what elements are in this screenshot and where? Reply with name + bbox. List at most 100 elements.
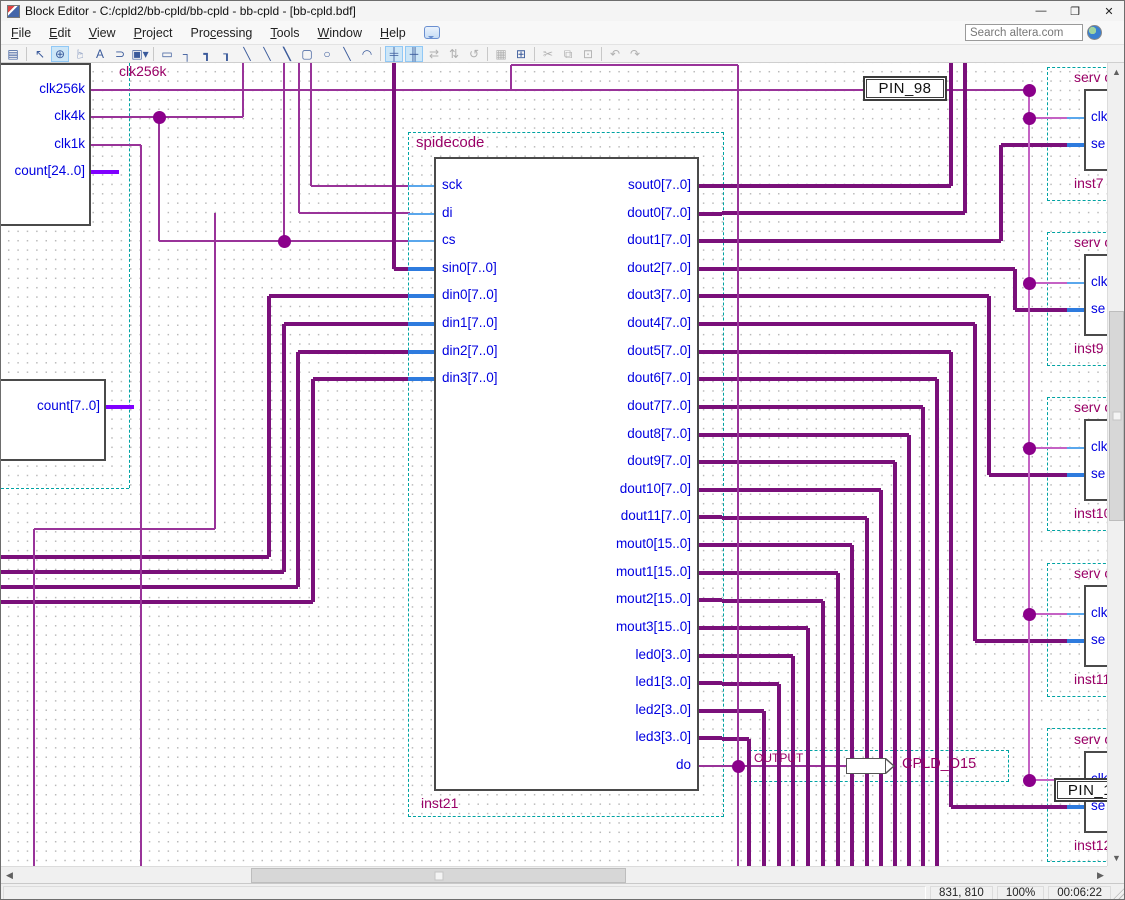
arc-tool-icon[interactable]: ◠ [358,46,376,62]
wire-segment[interactable] [921,407,925,866]
wire-segment[interactable] [722,654,793,658]
wire-segment[interactable] [298,63,300,213]
wire-segment[interactable] [106,405,133,409]
wire-segment[interactable] [510,65,512,90]
close-button[interactable]: ✕ [1092,1,1125,21]
output-pin-stub[interactable] [699,626,722,630]
wire-segment[interactable] [214,213,216,529]
wire-segment[interactable] [722,211,965,215]
input-pin-stub[interactable] [408,322,434,326]
output-pin-stub[interactable] [699,765,722,767]
output-pin-stub[interactable] [699,184,722,188]
output-pin-stub[interactable] [699,267,722,271]
wire-segment[interactable] [722,626,808,630]
partial-line-selection-toggle-icon[interactable]: ╫ [405,46,423,62]
text-tool-icon[interactable]: A [91,46,109,62]
wire-segment[interactable] [91,170,119,174]
output-pin-stub[interactable] [699,571,722,575]
wire-segment[interactable] [34,528,215,530]
wire-segment[interactable] [310,63,312,186]
output-pin-stub[interactable] [699,377,722,381]
output-pin-stub[interactable] [699,294,722,298]
serv-op-block[interactable] [1084,585,1109,667]
pin-symbol[interactable]: PIN_98 [863,76,947,101]
orthogonal-conduit-tool-icon[interactable]: ┒ [218,46,236,62]
horizontal-scroll-thumb[interactable] [251,868,626,883]
schematic-canvas[interactable]: clk256kclk4kclk1kcount[24..0]count[7..0]… [1,63,1109,866]
wire-segment[interactable] [963,63,967,213]
rectangle-tool-icon[interactable]: ▢ [298,46,316,62]
search-globe-icon[interactable] [1087,25,1102,40]
se-pin-stub[interactable] [1067,473,1084,477]
input-pin-stub[interactable] [408,350,434,354]
zoom-tool-icon[interactable]: ⊕ [51,46,69,62]
wire-segment[interactable] [722,184,951,188]
wire-segment[interactable] [296,352,300,587]
clk-pin-stub[interactable] [1067,447,1084,449]
wire-segment[interactable] [282,324,286,572]
wire-segment[interactable] [722,405,923,409]
wire-segment[interactable] [1,600,313,604]
output-pin-stub[interactable] [699,460,722,464]
input-pin-stub[interactable] [408,377,434,381]
clk-pin-stub[interactable] [1067,117,1084,119]
output-pin-stub[interactable] [699,598,722,602]
wire-segment[interactable] [722,294,989,298]
hand-tool-icon[interactable]: ☞ [72,45,88,63]
wire-segment[interactable] [1028,90,1030,780]
serv-op-block[interactable] [1084,254,1109,336]
output-pin-stub[interactable] [699,212,722,216]
wire-segment[interactable] [973,324,977,641]
wire-segment[interactable] [907,435,911,866]
instance-label[interactable]: inst11 [1074,671,1109,687]
wire-segment[interactable] [722,488,881,492]
wire-segment[interactable] [311,379,315,602]
wire-segment[interactable] [722,543,852,547]
wire-segment[interactable] [865,518,869,866]
bus-line-tool-icon[interactable]: ╲ [258,46,276,62]
wire-segment[interactable] [1001,143,1067,147]
wire-segment[interactable] [722,737,749,741]
help-bubble-icon[interactable] [424,26,440,39]
wire-segment[interactable] [267,296,271,557]
menu-project[interactable]: Project [126,23,181,43]
input-pin-stub[interactable] [408,294,434,298]
instance-label[interactable]: inst21 [421,795,458,811]
conduit-line-tool-icon[interactable]: ╲ [278,46,296,62]
wire-segment[interactable] [722,571,838,575]
serv-op-header[interactable]: serv op [1074,234,1109,250]
wire-segment[interactable] [722,377,937,381]
clk-pin-stub[interactable] [1067,613,1084,615]
line-tool-icon[interactable]: ╲ [338,46,356,62]
wire-segment[interactable] [935,379,939,866]
wire-segment[interactable] [1013,269,1017,310]
serv-op-block[interactable] [1084,419,1109,501]
input-pin-stub[interactable] [408,240,434,242]
wire-segment[interactable] [879,490,883,866]
wire-segment[interactable] [777,684,781,866]
wire-segment[interactable] [269,294,410,298]
output-pin-stub[interactable] [699,709,722,713]
serv-op-header[interactable]: serv op [1074,565,1109,581]
wire-segment[interactable] [722,350,951,354]
spidecode-block[interactable] [434,157,699,791]
instance-label[interactable]: inst10 [1074,505,1109,521]
wire-segment[interactable] [949,63,953,186]
symbol-tool-icon[interactable]: ▣▾ [131,46,149,62]
se-pin-stub[interactable] [1067,805,1084,809]
menu-tools[interactable]: Tools [262,23,307,43]
wire-segment[interactable] [951,805,1067,809]
wire-segment[interactable] [722,322,975,326]
wire-segment[interactable] [987,296,991,475]
wire-segment[interactable] [722,516,867,520]
wire-segment[interactable] [949,352,953,807]
scroll-down-arrow[interactable]: ▼ [1108,849,1125,866]
resize-grip[interactable] [1113,886,1125,900]
wire-segment[interactable] [1,555,269,559]
rubberbanding-toggle-icon[interactable]: ╪ [385,46,403,62]
menu-file[interactable]: File [3,23,39,43]
wire-segment[interactable] [747,739,751,866]
scroll-left-arrow[interactable]: ◀ [1,867,18,884]
wire-segment[interactable] [91,116,243,118]
scroll-up-arrow[interactable]: ▲ [1108,63,1125,80]
